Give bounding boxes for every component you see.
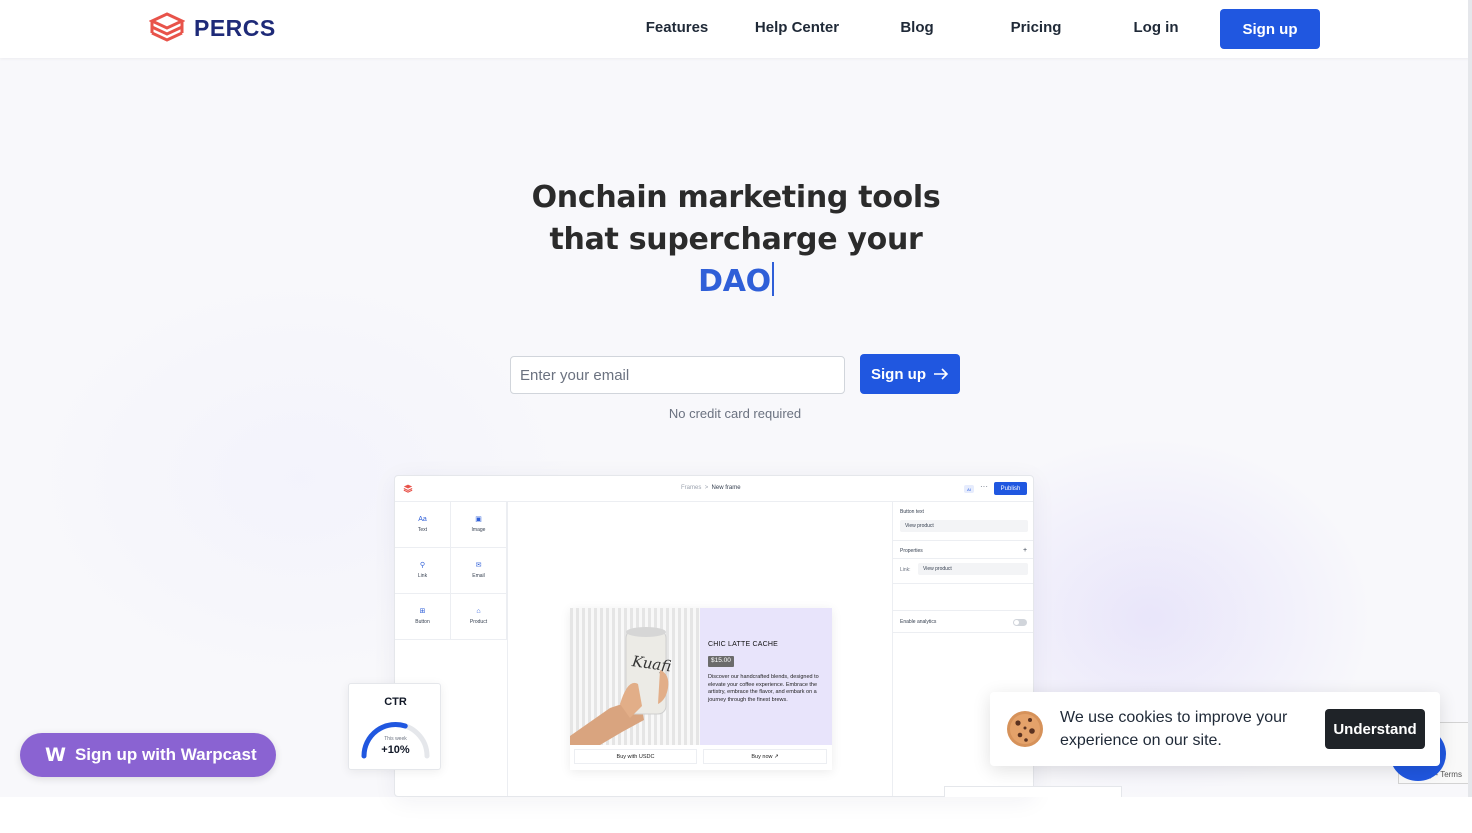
link-label: Link: (900, 567, 911, 573)
nav-signup-button[interactable]: Sign up (1220, 9, 1320, 49)
brand-logo[interactable]: PERCS (149, 12, 276, 44)
button-text-field[interactable]: View product (900, 520, 1028, 532)
nav-help-center[interactable]: Help Center (742, 19, 852, 36)
bag-icon: ⌂ (476, 608, 481, 615)
publish-button[interactable]: Publish (994, 482, 1027, 495)
tool-label: Image (471, 527, 486, 533)
divider (893, 540, 1033, 541)
brand-name: PERCS (194, 14, 276, 41)
nav-pricing[interactable]: Pricing (981, 19, 1091, 36)
ctr-period: This week (384, 736, 407, 742)
tool-label: Email (472, 573, 485, 579)
tool-product[interactable]: ⌂ Product (451, 594, 507, 640)
analytics-label: Enable analytics (900, 619, 937, 625)
editor-preview: Frames > New frame AI ··· Publish Aa Tex… (394, 475, 1034, 797)
nav-features[interactable]: Features (622, 19, 732, 36)
nav-blog[interactable]: Blog (862, 19, 972, 36)
ctr-value: +10% (381, 744, 410, 756)
cookie-banner: We use cookies to improve your experienc… (990, 692, 1440, 766)
hero-title-line2: that supercharge your (549, 222, 923, 257)
tool-button[interactable]: ⊞ Button (395, 594, 451, 640)
navbar: PERCS Features Help Center Blog Pricing … (0, 0, 1472, 58)
email-input[interactable] (510, 356, 845, 394)
nav-login[interactable]: Log in (1101, 19, 1211, 36)
button-text-label: Button text (900, 509, 924, 515)
buy-now-button[interactable]: Buy now ↗ (703, 749, 827, 764)
product-title: CHIC LATTE CACHE (708, 641, 778, 648)
breadcrumb-current: New frame (711, 485, 741, 491)
hero-signup-button[interactable]: Sign up (860, 354, 960, 394)
tool-label: Button (415, 619, 430, 625)
divider (893, 558, 1033, 559)
logo-icon (149, 12, 185, 42)
buy-with-usdc-button[interactable]: Buy with USDC (574, 749, 697, 764)
product-info: CHIC LATTE CACHE $15.00 Discover our han… (700, 608, 832, 745)
product-price: $15.00 (708, 656, 734, 667)
button-icon: ⊞ (419, 608, 426, 615)
secondary-panel-preview (944, 786, 1122, 797)
mail-icon: ✉ (475, 562, 482, 569)
breadcrumb-separator: > (704, 485, 709, 491)
tool-text[interactable]: Aa Text (395, 502, 451, 548)
arrow-right-icon (934, 368, 949, 380)
tool-label: Product (469, 619, 488, 625)
link-icon: ⚲ (419, 562, 426, 569)
breadcrumb-root[interactable]: Frames (681, 485, 701, 491)
product-description: Discover our handcrafted blends, designe… (708, 674, 819, 703)
page-scrollbar[interactable] (1468, 0, 1472, 797)
tool-email[interactable]: ✉ Email (451, 548, 507, 594)
analytics-toggle[interactable] (1013, 619, 1027, 626)
cookie-accept-button[interactable]: Understand (1325, 709, 1425, 749)
divider (893, 610, 1033, 611)
add-property-icon[interactable]: + (1023, 547, 1027, 554)
typing-caret (771, 262, 774, 296)
text-icon: Aa (418, 516, 427, 523)
hero-signup-label: Sign up (871, 365, 926, 383)
hero-title: Onchain marketing tools that supercharge… (486, 177, 986, 303)
warpcast-label: Sign up with Warpcast (74, 745, 257, 764)
properties-label: Properties (900, 548, 923, 554)
tool-label: Text (417, 527, 428, 533)
tool-image[interactable]: ▣ Image (451, 502, 507, 548)
divider (893, 583, 1033, 584)
cookie-message: We use cookies to improve your experienc… (1060, 709, 1288, 749)
editor-breadcrumb: Frames > New frame (681, 485, 741, 491)
hero-title-line1: Onchain marketing tools (531, 180, 941, 215)
more-options-icon[interactable]: ··· (980, 482, 988, 491)
ctr-title: CTR (384, 696, 407, 708)
divider (893, 632, 1033, 633)
image-icon: ▣ (475, 516, 482, 523)
link-field[interactable]: View product (918, 563, 1028, 575)
tool-label: Link (417, 573, 428, 579)
tool-link[interactable]: ⚲ Link (395, 548, 451, 594)
section-divider (0, 797, 1472, 833)
ai-badge[interactable]: AI (964, 485, 974, 493)
warpcast-signup-button[interactable]: W Sign up with Warpcast (20, 733, 276, 777)
hand-holding-can-illustration: Kuafi (570, 627, 673, 745)
hero-rotating-word: DAO (698, 264, 771, 299)
warpcast-icon: W (45, 744, 66, 766)
editor-topbar: Frames > New frame AI ··· Publish (395, 476, 1033, 502)
ctr-widget: CTR This week +10% (348, 683, 441, 770)
no-credit-card-note: No credit card required (668, 406, 802, 421)
product-image: Kuafi (570, 608, 700, 745)
product-frame-card[interactable]: Kuafi CHIC LATTE CACHE $15.00 Discover o… (570, 608, 832, 770)
editor-logo-icon (403, 484, 413, 493)
cookie-icon (1007, 711, 1043, 747)
